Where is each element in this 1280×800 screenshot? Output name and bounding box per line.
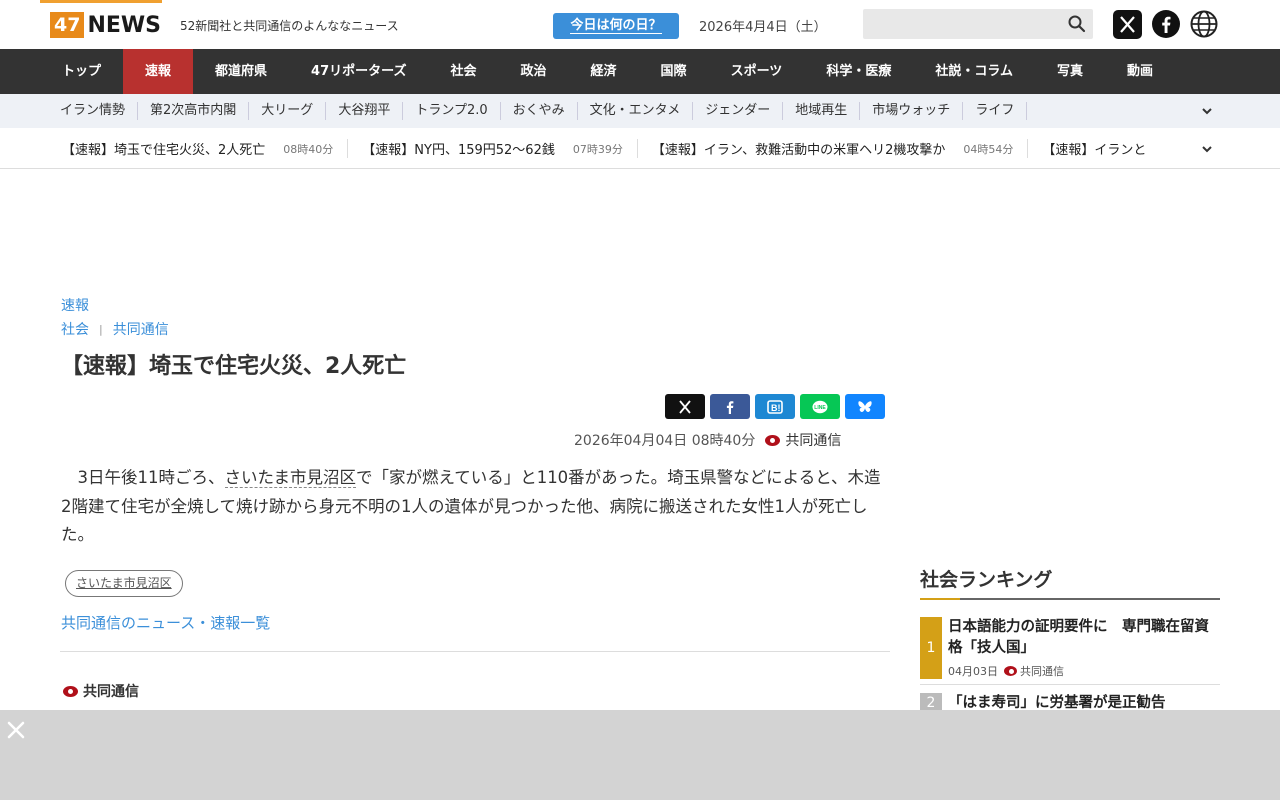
ranking-item[interactable]: 1 日本語能力の証明要件に 専門職在留資格「技人国」 04月03日 共同通信 — [920, 617, 1220, 685]
nav-item-breaking[interactable]: 速報 — [123, 49, 194, 94]
logo-number: 47 — [50, 12, 85, 38]
nav-item-prefectures[interactable]: 都道府県 — [193, 49, 289, 94]
ranking-item-meta: 04月03日 共同通信 — [948, 665, 1064, 678]
line-icon: LINE — [812, 400, 828, 413]
topic-item[interactable]: ライフ — [963, 102, 1028, 120]
rank-badge: 1 — [920, 617, 942, 679]
article-tag[interactable]: さいたま市見沼区 — [65, 570, 183, 597]
site-tagline: 52新聞社と共同通信のよんななニュース — [180, 19, 399, 33]
breaking-news-ticker: 【速報】埼玉で住宅火災、2人死亡 08時40分 【速報】NY円、159円52〜6… — [0, 128, 1280, 169]
share-x-button[interactable] — [665, 394, 705, 419]
section-link[interactable]: 社会 — [61, 319, 89, 339]
category-link[interactable]: 速報 — [61, 295, 89, 315]
facebook-icon — [726, 400, 734, 414]
source-link[interactable]: 共同通信 — [113, 319, 169, 339]
nav-item-politics[interactable]: 政治 — [499, 49, 569, 94]
topic-item[interactable]: 大谷翔平 — [326, 102, 404, 120]
ticker-item[interactable]: 【速報】NY円、159円52〜62銭 07時39分 — [362, 139, 638, 158]
nav-item-science-medical[interactable]: 科学・医療 — [804, 49, 913, 94]
share-hatena-button[interactable]: B! — [755, 394, 795, 419]
topic-item[interactable]: 大リーグ — [249, 102, 327, 120]
nav-item-society[interactable]: 社会 — [429, 49, 499, 94]
ranking-underline — [920, 598, 1220, 600]
share-bluesky-button[interactable] — [845, 394, 885, 419]
topic-item[interactable]: ジェンダー — [693, 102, 784, 120]
breadcrumb: 社会 | 共同通信 — [61, 319, 169, 339]
nav-item-sports[interactable]: スポーツ — [709, 49, 805, 94]
nav-item-video[interactable]: 動画 — [1105, 49, 1175, 94]
topic-item[interactable]: 地域再生 — [783, 102, 861, 120]
article-source: 共同通信 — [765, 430, 841, 450]
main-nav: トップ 速報 都道府県 47リポーターズ 社会 政治 経済 国際 スポーツ 科学… — [0, 49, 1280, 94]
today-in-history-button[interactable]: 今日は何の日？ — [553, 13, 679, 39]
kyodo-logo-icon — [765, 434, 781, 446]
source-credit: 共同通信 — [63, 681, 139, 701]
facebook-icon[interactable] — [1152, 10, 1180, 38]
article-datetime: 2026年04月04日 08時40分 — [574, 433, 756, 449]
share-buttons: B! LINE — [665, 394, 885, 419]
divider — [60, 651, 890, 652]
kyodo-logo-icon — [63, 685, 78, 697]
site-header: 47 NEWS 52新聞社と共同通信のよんななニュース 今日は何の日？ 2026… — [0, 0, 1280, 49]
x-twitter-icon — [679, 399, 691, 414]
search-input[interactable] — [863, 9, 1093, 39]
breadcrumb-separator: | — [99, 322, 103, 336]
more-news-link[interactable]: 共同通信のニュース・速報一覧 — [61, 612, 270, 633]
chevron-down-icon[interactable] — [1200, 104, 1214, 118]
topic-item[interactable]: 第2次高市内閣 — [138, 102, 250, 120]
x-twitter-icon[interactable] — [1113, 10, 1142, 39]
location-link[interactable]: さいたま市見沼区 — [224, 468, 357, 488]
hatena-bookmark-icon: B! — [767, 399, 783, 414]
site-logo[interactable]: 47 NEWS — [50, 11, 161, 39]
svg-text:B!: B! — [771, 403, 781, 413]
ticker-item[interactable]: 【速報】埼玉で住宅火災、2人死亡 08時40分 — [62, 139, 349, 158]
share-line-button[interactable]: LINE — [800, 394, 840, 419]
topic-item[interactable]: 文化・エンタメ — [578, 102, 694, 120]
article-body: 3日午後11時ごろ、さいたま市見沼区で「家が燃えている」と110番があった。埼玉… — [61, 468, 881, 544]
kyodo-logo-icon — [1004, 666, 1017, 676]
topic-nav: イラン情勢 第2次高市内閣 大リーグ 大谷翔平 トランプ2.0 おくやみ 文化・… — [0, 94, 1280, 128]
ranking-item-title: 日本語能力の証明要件に 専門職在留資格「技人国」 — [948, 619, 1209, 656]
logo-text: NEWS — [87, 12, 162, 38]
current-date: 2026年4月4日（土） — [699, 20, 827, 35]
ticker-item[interactable]: 【速報】イランと — [1042, 139, 1160, 158]
svg-text:LINE: LINE — [814, 405, 826, 411]
topic-item[interactable]: 市場ウォッチ — [860, 102, 964, 120]
chevron-down-icon[interactable] — [1200, 142, 1214, 156]
topic-item[interactable]: イラン情勢 — [48, 102, 139, 120]
nav-item-photo[interactable]: 写真 — [1035, 49, 1105, 94]
ranking-title: 社会ランキング — [920, 569, 1053, 591]
globe-language-icon[interactable] — [1190, 10, 1218, 38]
nav-item-top[interactable]: トップ — [40, 49, 123, 94]
close-icon[interactable] — [6, 720, 26, 740]
overlay-ad-banner — [0, 710, 1280, 800]
topic-item[interactable]: トランプ2.0 — [403, 102, 501, 120]
nav-item-47reporters[interactable]: 47リポーターズ — [289, 49, 428, 94]
nav-item-international[interactable]: 国際 — [639, 49, 709, 94]
search-icon[interactable] — [1067, 14, 1087, 34]
topic-item[interactable]: おくやみ — [501, 102, 578, 120]
bluesky-icon — [858, 400, 872, 412]
article-meta: 2026年04月04日 08時40分 共同通信 — [574, 430, 841, 450]
logo-accent-bar — [40, 0, 162, 3]
nav-item-editorial-column[interactable]: 社説・コラム — [913, 49, 1035, 94]
share-facebook-button[interactable] — [710, 394, 750, 419]
ticker-item[interactable]: 【速報】イラン、救難活動中の米軍ヘリ2機攻撃か 04時54分 — [652, 139, 1029, 158]
nav-item-economy[interactable]: 経済 — [569, 49, 639, 94]
article-headline: 【速報】埼玉で住宅火災、2人死亡 — [61, 354, 407, 379]
